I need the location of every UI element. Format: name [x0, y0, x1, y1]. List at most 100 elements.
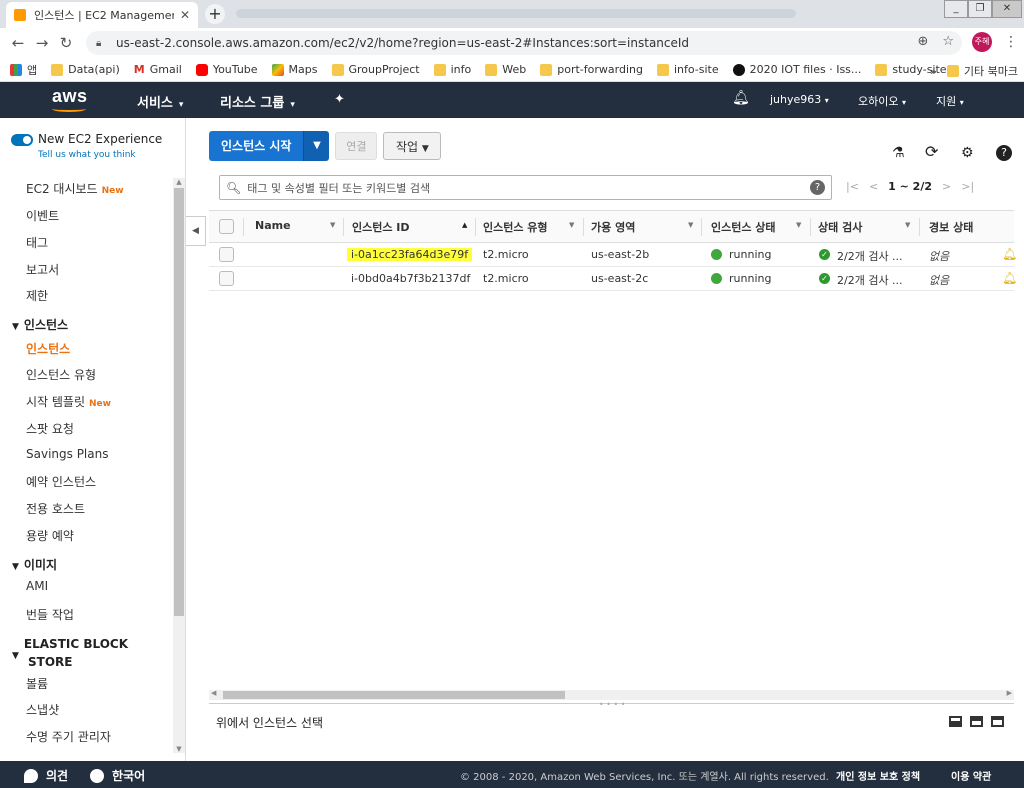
sidebar-scrollbar[interactable]: ▲ ▼: [173, 178, 185, 753]
column-instance-type[interactable]: 인스턴스 유형: [483, 219, 548, 235]
next-page-icon[interactable]: >: [942, 180, 951, 193]
sidebar-item-dashboard[interactable]: EC2 대시보드 New: [26, 180, 124, 197]
more-bookmarks-button[interactable]: »: [930, 65, 937, 78]
browser-menu-icon[interactable]: ⋮: [1004, 34, 1018, 50]
bookmark-port-forwarding[interactable]: port-forwarding: [540, 63, 643, 76]
new-tab-button[interactable]: +: [205, 4, 225, 24]
profile-avatar[interactable]: 주혜: [972, 32, 992, 52]
connect-button[interactable]: 연결: [335, 132, 378, 160]
sidebar-section-images[interactable]: ▼ 이미지: [12, 557, 57, 575]
resource-groups-menu[interactable]: 리소스 그룹 ▾: [220, 92, 295, 111]
restore-button[interactable]: ❐: [968, 0, 992, 18]
prev-page-icon[interactable]: <: [869, 180, 878, 193]
instance-id-cell[interactable]: i-0bd0a4b7f3b2137df: [351, 272, 470, 285]
scroll-right-icon[interactable]: ▶: [1007, 689, 1012, 697]
aws-logo[interactable]: aws: [52, 86, 88, 112]
actions-button[interactable]: 작업 ▼: [383, 132, 442, 160]
pane-bottom-icon[interactable]: [949, 716, 962, 727]
bookmark-star-icon[interactable]: ☆: [942, 34, 954, 49]
sidebar-item-ami[interactable]: AMI: [26, 579, 48, 593]
column-status-checks[interactable]: 상태 검사: [818, 219, 862, 235]
sidebar-item-volumes[interactable]: 볼륨: [26, 675, 48, 692]
sidebar-section-instances[interactable]: ▼ 인스턴스: [12, 317, 68, 335]
sort-icon[interactable]: ▼: [905, 221, 910, 229]
sidebar-item-spot-requests[interactable]: 스팟 요청: [26, 420, 74, 437]
close-window-button[interactable]: ✕: [992, 0, 1022, 18]
sidebar-item-capacity-reservations[interactable]: 용량 예약: [26, 527, 74, 544]
bookmark-info-site[interactable]: info-site: [656, 63, 719, 76]
sidebar-item-dedicated-hosts[interactable]: 전용 호스트: [26, 500, 85, 517]
region-menu[interactable]: 오하이오 ▾: [858, 93, 906, 109]
feedback-button[interactable]: 의견: [24, 767, 68, 784]
sidebar-scroll-thumb[interactable]: [174, 188, 184, 616]
sidebar-item-instances[interactable]: 인스턴스: [26, 340, 70, 357]
sidebar-item-limits[interactable]: 제한: [26, 287, 48, 304]
collapse-sidebar-button[interactable]: ◀: [186, 216, 206, 246]
scroll-up-icon[interactable]: ▲: [173, 178, 185, 186]
new-experience-toggle[interactable]: [11, 134, 33, 146]
sidebar-item-reports[interactable]: 보고서: [26, 261, 59, 278]
row-checkbox[interactable]: [219, 247, 234, 262]
sidebar-item-snapshots[interactable]: 스냅샷: [26, 701, 59, 718]
back-icon[interactable]: ←: [6, 34, 30, 52]
sidebar-item-instance-types[interactable]: 인스턴스 유형: [26, 366, 96, 383]
alarm-bell-icon[interactable]: 🔔︎: [1002, 271, 1017, 285]
alarm-bell-icon[interactable]: 🔔︎: [1002, 247, 1017, 261]
row-checkbox[interactable]: [219, 271, 234, 286]
sidebar-item-lifecycle-manager[interactable]: 수명 주기 관리자: [26, 728, 111, 745]
pin-icon[interactable]: ✦: [334, 92, 345, 107]
bookmark-youtube[interactable]: YouTube: [195, 63, 258, 76]
bookmark-data-api[interactable]: Data(api): [51, 63, 120, 76]
column-alarm-status[interactable]: 경보 상태: [929, 219, 973, 235]
bookmark-info[interactable]: info: [433, 63, 471, 76]
select-all-checkbox[interactable]: [219, 219, 234, 234]
pane-top-icon[interactable]: [991, 716, 1004, 727]
instance-id-cell[interactable]: i-0a1cc23fa64d3e79f: [347, 248, 473, 261]
terms-link[interactable]: 이용 약관: [951, 768, 991, 783]
browser-tab[interactable]: 인스턴스 | EC2 Management Co ✕: [6, 2, 198, 28]
sidebar-item-launch-templates[interactable]: 시작 템플릿 New: [26, 393, 111, 410]
close-tab-icon[interactable]: ✕: [180, 8, 190, 22]
search-filter-input[interactable]: 🔍︎ 태그 및 속성별 필터 또는 키워드별 검색 ?: [219, 175, 832, 200]
column-availability-zone[interactable]: 가용 영역: [591, 219, 635, 235]
column-instance-id[interactable]: 인스턴스 ID: [352, 219, 410, 235]
sort-icon[interactable]: ▼: [569, 221, 574, 229]
zoom-icon[interactable]: ⊕: [917, 34, 928, 49]
reload-icon[interactable]: ↻: [54, 34, 78, 52]
bookmark-groupproject[interactable]: GroupProject: [331, 63, 420, 76]
launch-dropdown-button[interactable]: ▼: [303, 131, 330, 161]
sidebar-item-bundle-tasks[interactable]: 번들 작업: [26, 606, 74, 623]
notification-bell-icon[interactable]: 🔔︎: [732, 90, 750, 106]
table-row[interactable]: i-0bd0a4b7f3b2137df t2.micro us-east-2c …: [209, 267, 1017, 291]
column-name[interactable]: Name: [255, 219, 291, 232]
horizontal-scroll-thumb[interactable]: [223, 691, 565, 699]
launch-instance-button[interactable]: 인스턴스 시작: [209, 131, 304, 161]
sidebar-item-tags[interactable]: 태그: [26, 234, 48, 251]
bookmark-gmail[interactable]: M Gmail: [134, 63, 182, 76]
help-icon[interactable]: ?: [996, 145, 1012, 161]
feedback-link[interactable]: Tell us what you think: [38, 150, 136, 160]
forward-icon[interactable]: →: [30, 34, 54, 52]
omnibox[interactable]: 🔒︎ us-east-2.console.aws.amazon.com/ec2/…: [86, 31, 962, 55]
sort-ascending-icon[interactable]: ▲: [462, 221, 467, 229]
gear-icon[interactable]: ⚙: [961, 145, 974, 161]
last-page-icon[interactable]: >|: [961, 180, 974, 193]
sidebar-item-reserved-instances[interactable]: 예약 인스턴스: [26, 473, 96, 490]
table-horizontal-scrollbar[interactable]: ◀ ▶: [209, 689, 1014, 700]
language-button[interactable]: 한국어: [90, 767, 145, 784]
user-menu[interactable]: juhye963 ▾: [770, 93, 829, 106]
support-menu[interactable]: 지원 ▾: [936, 93, 964, 109]
sidebar-item-events[interactable]: 이벤트: [26, 207, 59, 224]
filter-help-icon[interactable]: ?: [810, 180, 825, 195]
minimize-button[interactable]: _: [944, 0, 968, 18]
sort-icon[interactable]: ▼: [688, 221, 693, 229]
scroll-left-icon[interactable]: ◀: [211, 689, 216, 697]
other-bookmarks[interactable]: 기타 북마크: [946, 63, 1018, 79]
scroll-down-icon[interactable]: ▼: [173, 745, 185, 753]
bookmark-maps[interactable]: Maps: [271, 63, 318, 76]
services-menu[interactable]: 서비스 ▾: [137, 92, 183, 111]
url-text[interactable]: us-east-2.console.aws.amazon.com/ec2/v2/…: [116, 36, 689, 50]
pane-split-icon[interactable]: [970, 716, 983, 727]
bookmark-web[interactable]: Web: [485, 63, 526, 76]
resize-handle-icon[interactable]: • • • •: [599, 700, 626, 709]
